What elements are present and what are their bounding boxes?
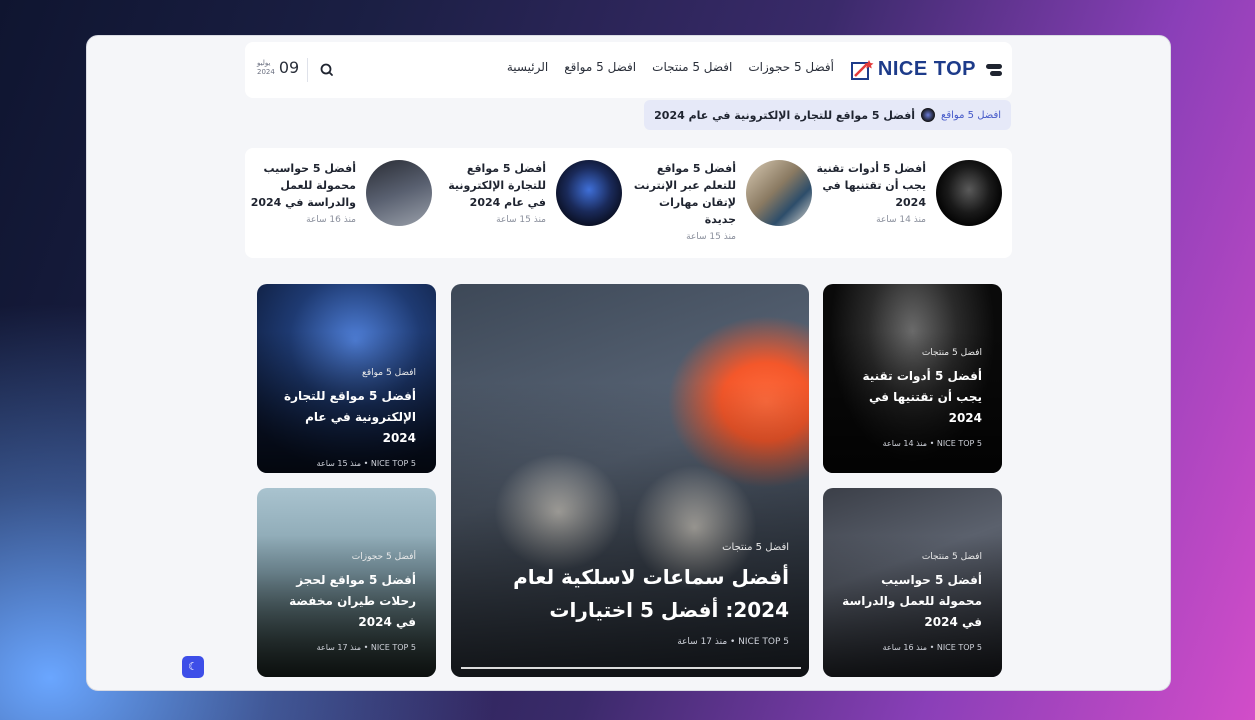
date-day: 09 — [278, 58, 300, 77]
featured-post-card[interactable]: افضل 5 منتجات أفضل سماعات لاسلكية لعام 2… — [451, 284, 809, 677]
strip-thumb-ecommerce[interactable] — [556, 160, 622, 226]
date-month: يوليو — [257, 58, 271, 67]
menu-toggle-icon[interactable] — [986, 62, 1002, 78]
strip-item[interactable]: أفضل 5 مواقع للتعلم عبر الإنترنت لإتقان … — [632, 160, 812, 250]
latest-posts-strip: أفضل 5 أدوات تقنية يجب أن تقتنيها في 202… — [245, 148, 1012, 258]
logo-text: NICE TOP — [877, 58, 976, 80]
strip-thumb-laptop-learning[interactable] — [746, 160, 812, 226]
card-title[interactable]: أفضل 5 مواقع لحجز رحلات طيران مخفضة في 2… — [273, 570, 416, 633]
card-category[interactable]: افضل 5 منتجات — [467, 542, 789, 553]
nav-top-products[interactable]: افضل 5 منتجات — [652, 60, 732, 74]
date-display: يوليو 2024 09 — [257, 58, 299, 77]
strip-item[interactable]: أفضل 5 حواسيب محمولة للعمل والدراسة في 2… — [251, 160, 432, 250]
strip-thumb-laptops[interactable] — [366, 160, 432, 226]
date-year: 2024 — [257, 67, 275, 76]
strip-item[interactable]: أفضل 5 أدوات تقنية يجب أن تقتنيها في 202… — [816, 160, 1002, 250]
strip-meta: منذ 15 ساعة — [496, 215, 546, 225]
card-category[interactable]: افضل 5 مواقع — [273, 368, 416, 378]
breaking-news-ticker[interactable]: افضل 5 مواقع أفضل 5 مواقع للتجارة الإلكت… — [644, 100, 1011, 130]
post-card[interactable]: افضل 5 منتجات أفضل 5 حواسيب محمولة للعمل… — [823, 488, 1002, 677]
card-progress-bar — [461, 667, 801, 669]
strip-meta: منذ 15 ساعة — [686, 232, 736, 242]
ticker-title[interactable]: أفضل 5 مواقع للتجارة الإلكترونية في عام … — [654, 109, 915, 122]
browser-window: NICE TOP الرئيسية افضل 5 مواقع افضل 5 من… — [86, 35, 1171, 691]
card-meta: NICE TOP 5 • منذ 17 ساعة — [677, 637, 789, 647]
card-title[interactable]: أفضل 5 أدوات تقنية يجب أن تقتنيها في 202… — [839, 366, 982, 429]
strip-title[interactable]: أفضل 5 مواقع للتجارة الإلكترونية في عام … — [436, 160, 546, 211]
card-meta: NICE TOP 5 • منذ 16 ساعة — [882, 643, 982, 652]
nav-top-sites[interactable]: افضل 5 مواقع — [564, 60, 636, 74]
ticker-thumb-icon — [921, 108, 936, 122]
post-card[interactable]: أفضل 5 حجوزات أفضل 5 مواقع لحجز رحلات طي… — [257, 488, 436, 677]
strip-title[interactable]: أفضل 5 أدوات تقنية يجب أن تقتنيها في 202… — [816, 160, 926, 211]
post-card[interactable]: افضل 5 مواقع أفضل 5 مواقع للتجارة الإلكت… — [257, 284, 436, 473]
card-title[interactable]: أفضل سماعات لاسلكية لعام 2024: أفضل 5 اخ… — [467, 561, 789, 627]
strip-title[interactable]: أفضل 5 مواقع للتعلم عبر الإنترنت لإتقان … — [626, 160, 736, 228]
moon-icon[interactable]: ☾ — [182, 656, 204, 678]
post-card[interactable]: افضل 5 منتجات أفضل 5 أدوات تقنية يجب أن … — [823, 284, 1002, 473]
logo-mark-icon — [850, 59, 874, 80]
nav-top-bookings[interactable]: أفضل 5 حجوزات — [748, 60, 834, 74]
card-title[interactable]: أفضل 5 مواقع للتجارة الإلكترونية في عام … — [273, 386, 416, 449]
strip-meta: منذ 14 ساعة — [876, 215, 926, 225]
card-category[interactable]: افضل 5 منتجات — [839, 552, 982, 562]
strip-title[interactable]: أفضل 5 حواسيب محمولة للعمل والدراسة في 2… — [246, 160, 356, 211]
ticker-category[interactable]: افضل 5 مواقع — [941, 110, 1001, 121]
card-title[interactable]: أفضل 5 حواسيب محمولة للعمل والدراسة في 2… — [839, 570, 982, 633]
strip-thumb-vr-headset[interactable] — [936, 160, 1002, 226]
card-meta: NICE TOP 5 • منذ 14 ساعة — [882, 439, 982, 448]
strip-meta: منذ 16 ساعة — [306, 215, 356, 225]
card-meta: NICE TOP 5 • منذ 17 ساعة — [316, 643, 416, 652]
main-nav: الرئيسية افضل 5 مواقع افضل 5 منتجات أفضل… — [507, 60, 834, 74]
site-logo[interactable]: NICE TOP — [850, 58, 976, 81]
search-icon[interactable] — [319, 62, 335, 78]
card-meta: NICE TOP 5 • منذ 15 ساعة — [316, 459, 416, 468]
card-category[interactable]: أفضل 5 حجوزات — [273, 552, 416, 562]
site-header: NICE TOP الرئيسية افضل 5 مواقع افضل 5 من… — [245, 42, 1012, 98]
card-category[interactable]: افضل 5 منتجات — [839, 348, 982, 358]
date-divider — [307, 58, 308, 82]
nav-home[interactable]: الرئيسية — [507, 60, 548, 74]
strip-item[interactable]: أفضل 5 مواقع للتجارة الإلكترونية في عام … — [442, 160, 622, 250]
